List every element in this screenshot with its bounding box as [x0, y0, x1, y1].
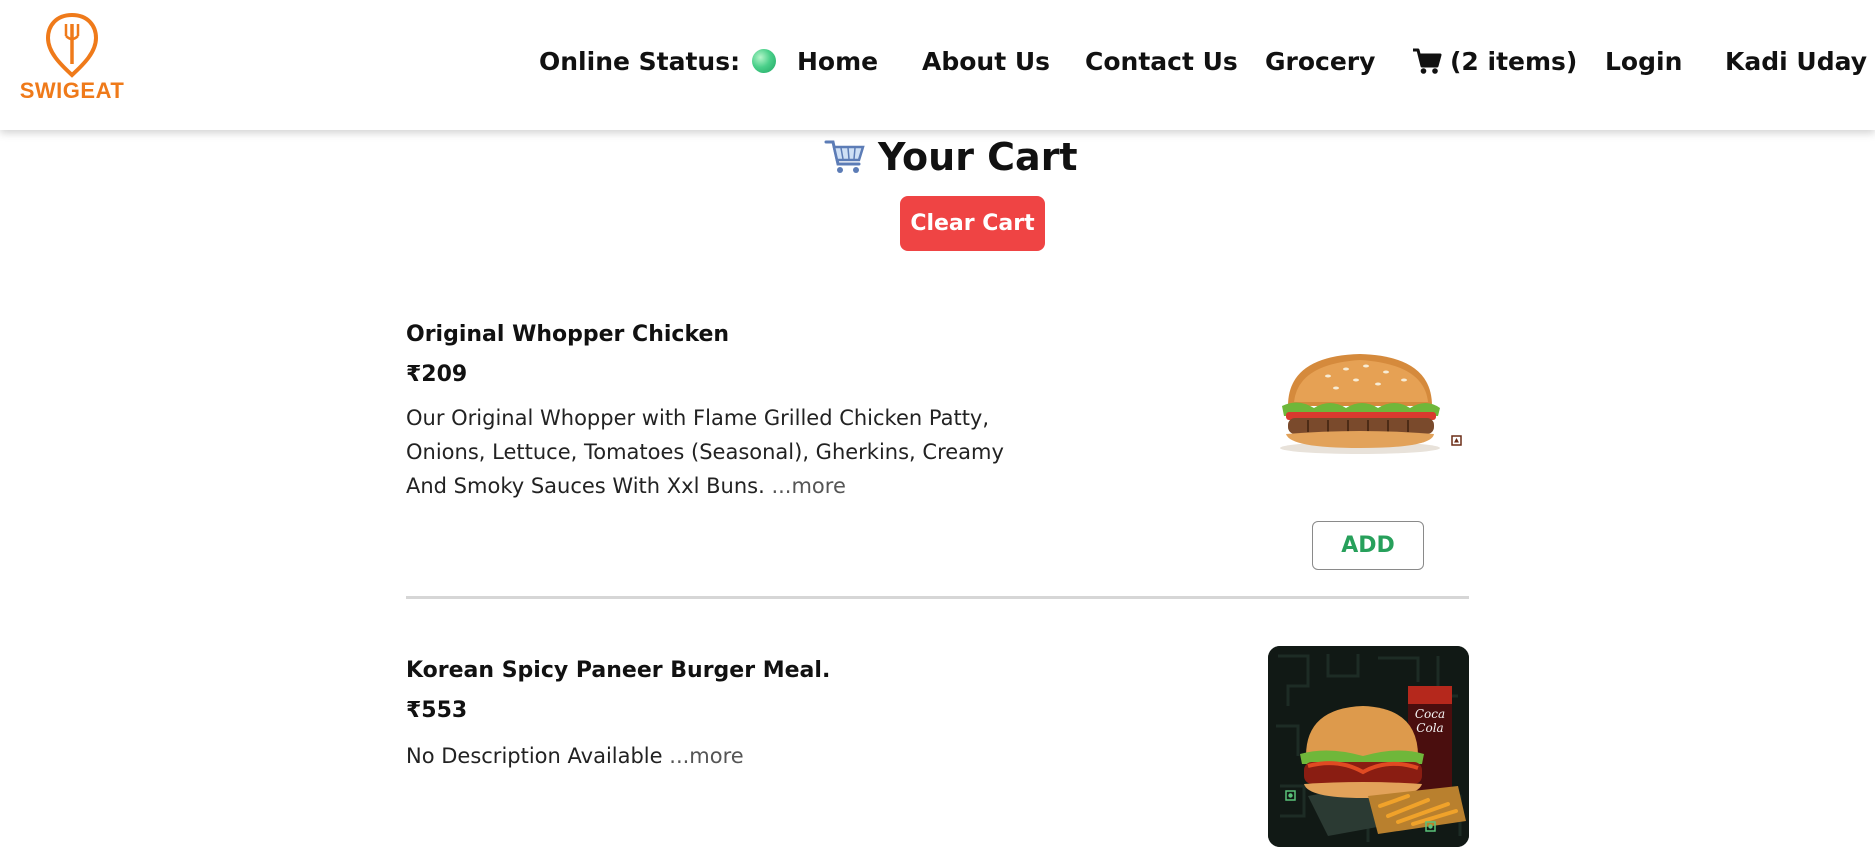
status-dot-icon [752, 49, 777, 73]
online-status: Online Status: [539, 44, 777, 78]
header: SWIGEAT Online Status: Home About Us Con… [0, 0, 1875, 130]
more-link[interactable]: ...more [669, 744, 743, 768]
item-name: Original Whopper Chicken [406, 322, 730, 347]
item-description-text: No Description Available [406, 744, 663, 768]
shopping-cart-icon [824, 140, 865, 173]
clear-cart-button[interactable]: Clear Cart [900, 196, 1045, 251]
item-description: Our Original Whopper with Flame Grilled … [406, 401, 1026, 503]
item-name: Korean Spicy Paneer Burger Meal. [406, 658, 831, 683]
burger-meal-image: Coca Cola [1268, 646, 1469, 847]
nav-cart[interactable]: (2 items) [1412, 44, 1577, 78]
svg-text:Cola: Cola [1416, 721, 1443, 735]
burger-image [1280, 354, 1462, 454]
more-link[interactable]: ...more [771, 474, 845, 498]
page-title-text: Your Cart [878, 135, 1078, 179]
online-status-label: Online Status: [539, 46, 741, 76]
add-button[interactable]: ADD [1312, 521, 1424, 570]
item-description: No Description Available ...more [406, 739, 1026, 773]
nav-user[interactable]: Kadi Uday [1725, 44, 1867, 78]
cart-count: (2 items) [1450, 46, 1578, 76]
nav-grocery[interactable]: Grocery [1265, 44, 1375, 78]
cart-icon [1413, 48, 1442, 74]
nav-about[interactable]: About Us [922, 44, 1050, 78]
logo[interactable]: SWIGEAT [10, 12, 130, 103]
svg-text:Coca: Coca [1415, 707, 1445, 721]
item-description-text: Our Original Whopper with Flame Grilled … [406, 406, 1004, 498]
fork-pin-icon [45, 12, 99, 78]
nav-contact[interactable]: Contact Us [1085, 44, 1238, 78]
brand-name: SWIGEAT [19, 78, 125, 103]
nav-login[interactable]: Login [1605, 44, 1682, 78]
item-divider [406, 596, 1469, 599]
nav-home[interactable]: Home [797, 44, 878, 78]
item-price: ₹209 [406, 362, 468, 387]
item-price: ₹553 [406, 698, 468, 723]
page-title: Your Cart [824, 132, 1078, 182]
